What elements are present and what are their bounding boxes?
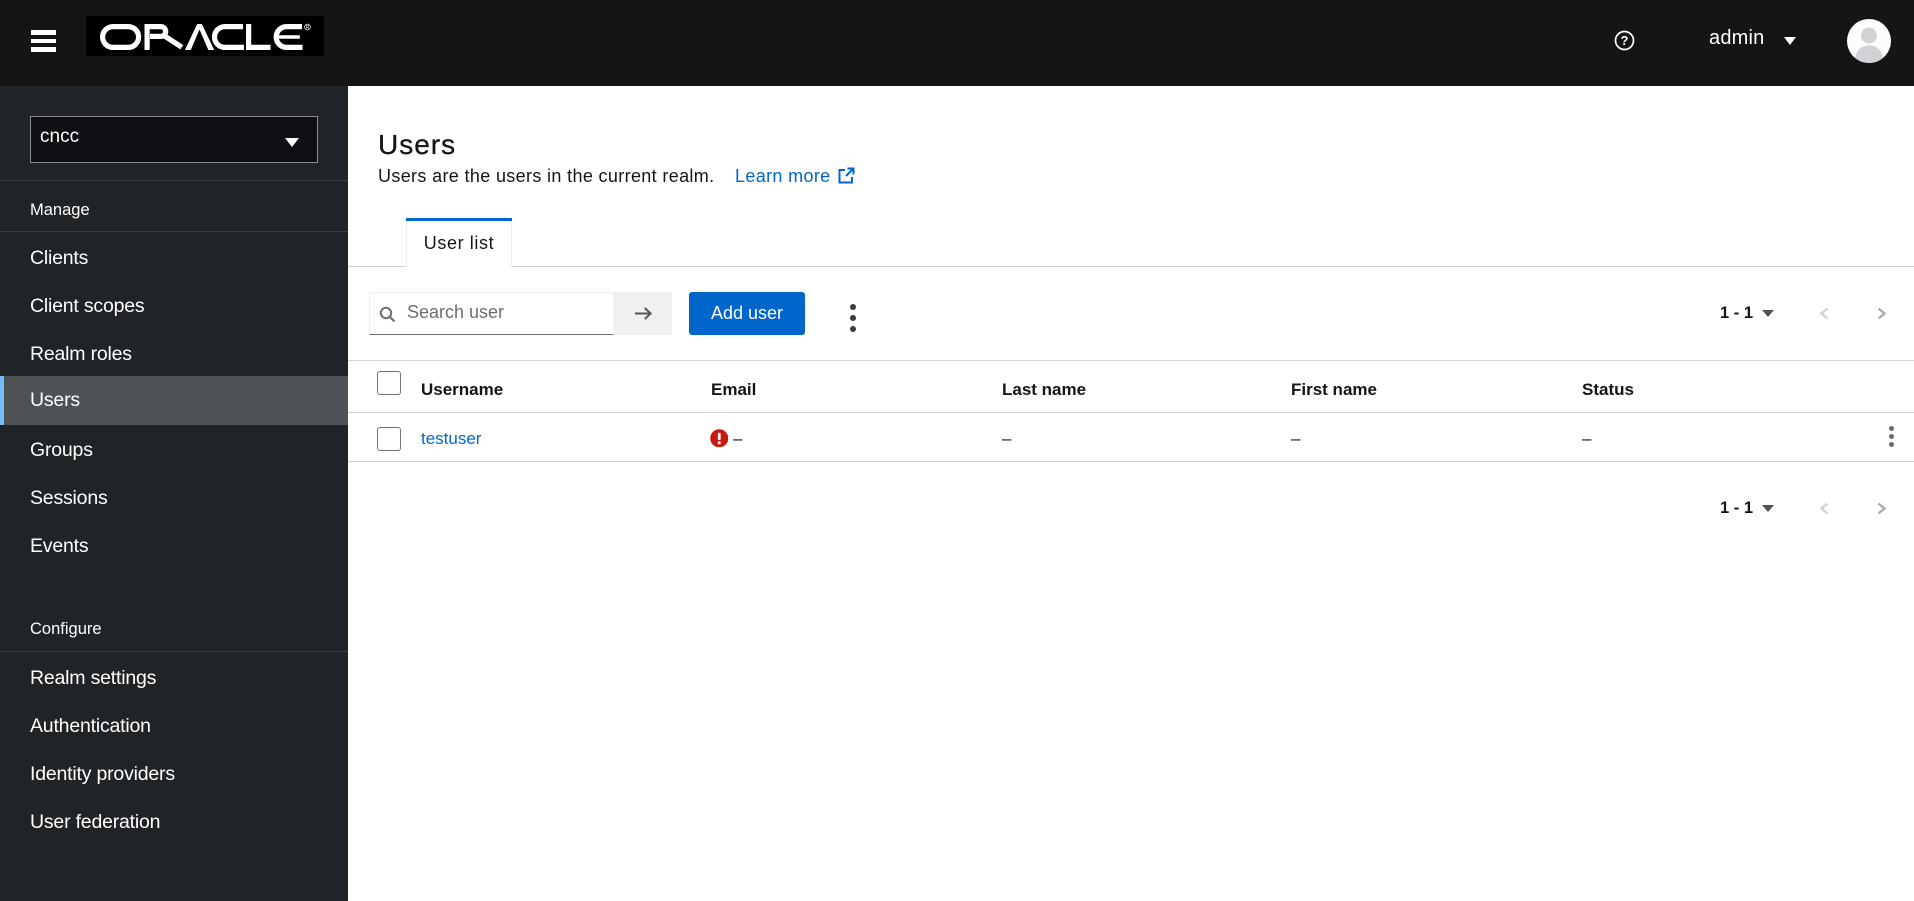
svg-text:?: ? xyxy=(1621,33,1629,48)
